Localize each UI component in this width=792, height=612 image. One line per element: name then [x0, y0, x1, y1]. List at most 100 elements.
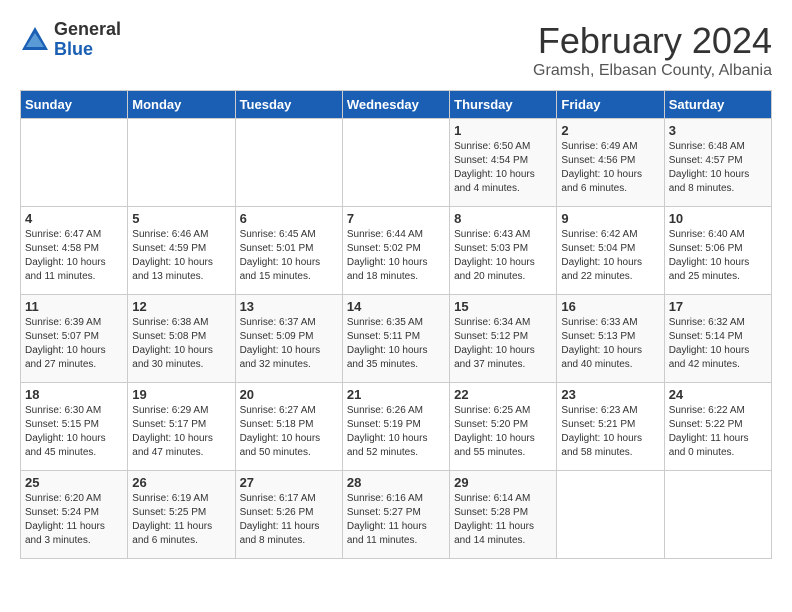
- day-info: Sunrise: 6:14 AM Sunset: 5:28 PM Dayligh…: [454, 492, 552, 548]
- calendar-cell: 24 Sunrise: 6:22 AM Sunset: 5:22 PM Dayli…: [664, 383, 771, 471]
- day-info: Sunrise: 6:47 AM Sunset: 4:58 PM Dayligh…: [25, 228, 123, 284]
- day-number: 23: [561, 387, 659, 402]
- day-info: Sunrise: 6:22 AM Sunset: 5:22 PM Dayligh…: [669, 404, 767, 460]
- title-section: February 2024 Gramsh, Elbasan County, Al…: [533, 20, 772, 80]
- day-info: Sunrise: 6:37 AM Sunset: 5:09 PM Dayligh…: [240, 316, 338, 372]
- day-number: 25: [25, 475, 123, 490]
- day-number: 10: [669, 211, 767, 226]
- day-info: Sunrise: 6:49 AM Sunset: 4:56 PM Dayligh…: [561, 140, 659, 196]
- calendar-cell: 8 Sunrise: 6:43 AM Sunset: 5:03 PM Daylig…: [450, 207, 557, 295]
- calendar-cell: 29 Sunrise: 6:14 AM Sunset: 5:28 PM Dayli…: [450, 471, 557, 559]
- calendar-week-row: 1Sunrise: 6:50 AM Sunset: 4:54 PM Daylig…: [21, 119, 772, 207]
- column-header-tuesday: Tuesday: [235, 91, 342, 119]
- day-info: Sunrise: 6:20 AM Sunset: 5:24 PM Dayligh…: [25, 492, 123, 548]
- calendar-cell: 26 Sunrise: 6:19 AM Sunset: 5:25 PM Dayli…: [128, 471, 235, 559]
- month-title: February 2024: [533, 20, 772, 62]
- day-info: Sunrise: 6:27 AM Sunset: 5:18 PM Dayligh…: [240, 404, 338, 460]
- column-header-monday: Monday: [128, 91, 235, 119]
- calendar-cell: 7Sunrise: 6:44 AM Sunset: 5:02 PM Daylig…: [342, 207, 449, 295]
- day-info: Sunrise: 6:19 AM Sunset: 5:25 PM Dayligh…: [132, 492, 230, 548]
- calendar-week-row: 18 Sunrise: 6:30 AM Sunset: 5:15 PM Dayli…: [21, 383, 772, 471]
- page-header: General Blue February 2024 Gramsh, Elbas…: [20, 20, 772, 80]
- day-number: 6: [240, 211, 338, 226]
- day-number: 20: [240, 387, 338, 402]
- calendar-cell: 5 Sunrise: 6:46 AM Sunset: 4:59 PM Daylig…: [128, 207, 235, 295]
- day-number: 1: [454, 123, 552, 138]
- logo-icon: [20, 25, 50, 55]
- calendar-cell: 10 Sunrise: 6:40 AM Sunset: 5:06 PM Dayli…: [664, 207, 771, 295]
- column-header-thursday: Thursday: [450, 91, 557, 119]
- logo-general: General: [54, 20, 121, 40]
- day-number: 5: [132, 211, 230, 226]
- calendar-cell: 13 Sunrise: 6:37 AM Sunset: 5:09 PM Dayli…: [235, 295, 342, 383]
- day-number: 15: [454, 299, 552, 314]
- logo-text: General Blue: [54, 20, 121, 60]
- day-number: 16: [561, 299, 659, 314]
- day-number: 2: [561, 123, 659, 138]
- day-number: 13: [240, 299, 338, 314]
- day-info: Sunrise: 6:42 AM Sunset: 5:04 PM Dayligh…: [561, 228, 659, 284]
- day-info: Sunrise: 6:38 AM Sunset: 5:08 PM Dayligh…: [132, 316, 230, 372]
- calendar-cell: 11Sunrise: 6:39 AM Sunset: 5:07 PM Dayli…: [21, 295, 128, 383]
- calendar-cell: 16Sunrise: 6:33 AM Sunset: 5:13 PM Dayli…: [557, 295, 664, 383]
- day-number: 22: [454, 387, 552, 402]
- calendar-cell: 3Sunrise: 6:48 AM Sunset: 4:57 PM Daylig…: [664, 119, 771, 207]
- day-info: Sunrise: 6:44 AM Sunset: 5:02 PM Dayligh…: [347, 228, 445, 284]
- day-info: Sunrise: 6:16 AM Sunset: 5:27 PM Dayligh…: [347, 492, 445, 548]
- day-info: Sunrise: 6:26 AM Sunset: 5:19 PM Dayligh…: [347, 404, 445, 460]
- calendar-cell: 19Sunrise: 6:29 AM Sunset: 5:17 PM Dayli…: [128, 383, 235, 471]
- day-info: Sunrise: 6:23 AM Sunset: 5:21 PM Dayligh…: [561, 404, 659, 460]
- day-info: Sunrise: 6:46 AM Sunset: 4:59 PM Dayligh…: [132, 228, 230, 284]
- calendar-cell: 17 Sunrise: 6:32 AM Sunset: 5:14 PM Dayli…: [664, 295, 771, 383]
- calendar-cell: 4Sunrise: 6:47 AM Sunset: 4:58 PM Daylig…: [21, 207, 128, 295]
- calendar-cell: 22 Sunrise: 6:25 AM Sunset: 5:20 PM Dayli…: [450, 383, 557, 471]
- logo: General Blue: [20, 20, 121, 60]
- calendar-cell: 14 Sunrise: 6:35 AM Sunset: 5:11 PM Dayli…: [342, 295, 449, 383]
- day-number: 8: [454, 211, 552, 226]
- column-header-saturday: Saturday: [664, 91, 771, 119]
- calendar-cell: 2 Sunrise: 6:49 AM Sunset: 4:56 PM Daylig…: [557, 119, 664, 207]
- day-info: Sunrise: 6:30 AM Sunset: 5:15 PM Dayligh…: [25, 404, 123, 460]
- calendar-cell: 23 Sunrise: 6:23 AM Sunset: 5:21 PM Dayli…: [557, 383, 664, 471]
- day-info: Sunrise: 6:40 AM Sunset: 5:06 PM Dayligh…: [669, 228, 767, 284]
- day-number: 14: [347, 299, 445, 314]
- calendar-cell: 9 Sunrise: 6:42 AM Sunset: 5:04 PM Daylig…: [557, 207, 664, 295]
- calendar-cell: 25 Sunrise: 6:20 AM Sunset: 5:24 PM Dayli…: [21, 471, 128, 559]
- day-info: Sunrise: 6:32 AM Sunset: 5:14 PM Dayligh…: [669, 316, 767, 372]
- logo-blue: Blue: [54, 40, 121, 60]
- calendar-cell: 15 Sunrise: 6:34 AM Sunset: 5:12 PM Dayli…: [450, 295, 557, 383]
- calendar-cell: [21, 119, 128, 207]
- day-number: 28: [347, 475, 445, 490]
- column-header-sunday: Sunday: [21, 91, 128, 119]
- day-number: 27: [240, 475, 338, 490]
- day-info: Sunrise: 6:48 AM Sunset: 4:57 PM Dayligh…: [669, 140, 767, 196]
- day-info: Sunrise: 6:25 AM Sunset: 5:20 PM Dayligh…: [454, 404, 552, 460]
- column-header-friday: Friday: [557, 91, 664, 119]
- calendar-cell: [342, 119, 449, 207]
- day-info: Sunrise: 6:34 AM Sunset: 5:12 PM Dayligh…: [454, 316, 552, 372]
- day-info: Sunrise: 6:45 AM Sunset: 5:01 PM Dayligh…: [240, 228, 338, 284]
- day-number: 9: [561, 211, 659, 226]
- calendar-cell: [128, 119, 235, 207]
- day-info: Sunrise: 6:43 AM Sunset: 5:03 PM Dayligh…: [454, 228, 552, 284]
- calendar-cell: [235, 119, 342, 207]
- day-number: 29: [454, 475, 552, 490]
- day-info: Sunrise: 6:39 AM Sunset: 5:07 PM Dayligh…: [25, 316, 123, 372]
- calendar-cell: 12Sunrise: 6:38 AM Sunset: 5:08 PM Dayli…: [128, 295, 235, 383]
- calendar-cell: 18 Sunrise: 6:30 AM Sunset: 5:15 PM Dayli…: [21, 383, 128, 471]
- day-number: 26: [132, 475, 230, 490]
- day-info: Sunrise: 6:35 AM Sunset: 5:11 PM Dayligh…: [347, 316, 445, 372]
- calendar-week-row: 11Sunrise: 6:39 AM Sunset: 5:07 PM Dayli…: [21, 295, 772, 383]
- day-number: 24: [669, 387, 767, 402]
- calendar-cell: 28 Sunrise: 6:16 AM Sunset: 5:27 PM Dayli…: [342, 471, 449, 559]
- location-subtitle: Gramsh, Elbasan County, Albania: [533, 62, 772, 80]
- calendar-cell: 27 Sunrise: 6:17 AM Sunset: 5:26 PM Dayli…: [235, 471, 342, 559]
- calendar-cell: 20 Sunrise: 6:27 AM Sunset: 5:18 PM Dayli…: [235, 383, 342, 471]
- day-info: Sunrise: 6:17 AM Sunset: 5:26 PM Dayligh…: [240, 492, 338, 548]
- calendar-cell: 1Sunrise: 6:50 AM Sunset: 4:54 PM Daylig…: [450, 119, 557, 207]
- calendar-cell: 21Sunrise: 6:26 AM Sunset: 5:19 PM Dayli…: [342, 383, 449, 471]
- day-number: 18: [25, 387, 123, 402]
- calendar-table: SundayMondayTuesdayWednesdayThursdayFrid…: [20, 90, 772, 559]
- day-number: 17: [669, 299, 767, 314]
- calendar-week-row: 25 Sunrise: 6:20 AM Sunset: 5:24 PM Dayli…: [21, 471, 772, 559]
